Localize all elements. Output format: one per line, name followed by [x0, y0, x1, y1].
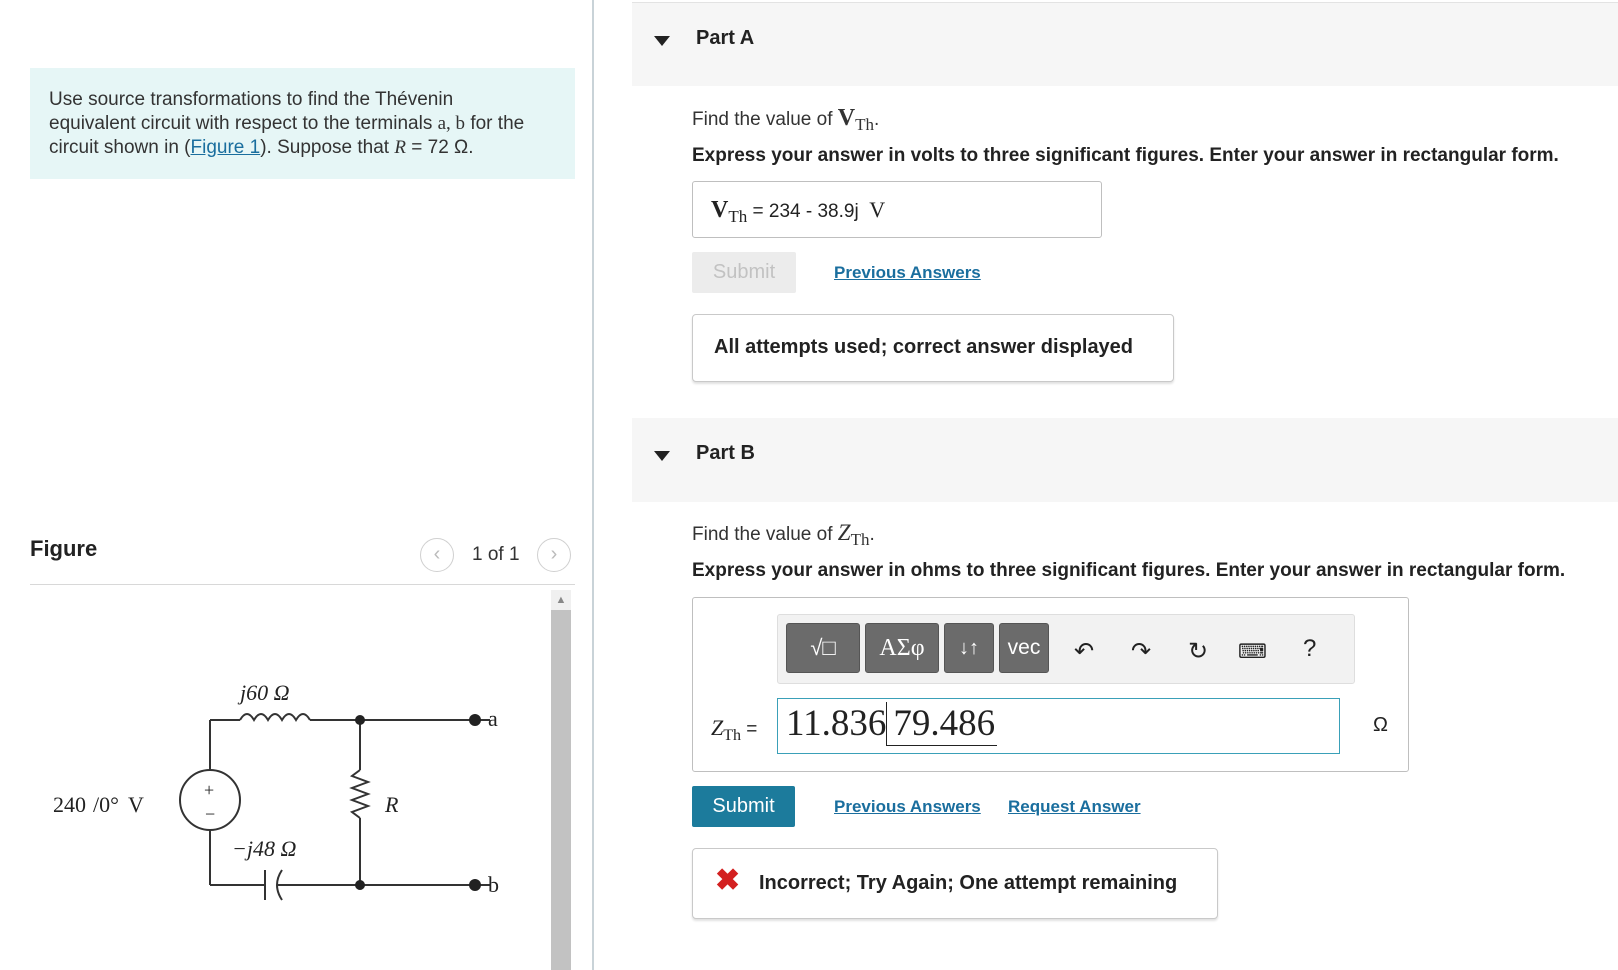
templates-button[interactable]: √□	[786, 623, 860, 673]
part-a-previous-answers-link[interactable]: Previous Answers	[834, 263, 981, 283]
right-panel: Part A Find the value of VTh. Express yo…	[632, 0, 1618, 970]
terminal-b-label: b	[488, 872, 499, 897]
capacitor-label: −j48 Ω	[232, 836, 296, 861]
circuit-diagram: j60 Ω 240 /0° V −j48 Ω R a b + −	[53, 680, 499, 901]
greek-symbols-button[interactable]: ΑΣφ	[865, 623, 939, 673]
problem-text: circuit shown in (	[49, 137, 191, 158]
question-text: Find the value of	[692, 524, 838, 545]
node-top	[355, 715, 365, 725]
zth-input-symbol: Z	[711, 715, 724, 740]
chevron-right-icon[interactable]: ›	[537, 538, 571, 572]
part-b-question: Find the value of ZTh.	[692, 520, 875, 550]
part-a-header[interactable]: Part A	[632, 2, 1618, 86]
part-b-feedback: ✖ Incorrect; Try Again; One attempt rema…	[692, 848, 1218, 919]
minus-sign: −	[205, 804, 215, 824]
zth-input-label: ZTh =	[711, 715, 757, 745]
figure-counter: 1 of 1	[472, 544, 520, 565]
redo-icon[interactable]: ↷	[1131, 637, 1151, 666]
source-magnitude: 240	[53, 792, 86, 817]
vth-answer-box: VTh = 234 - 38.9j V	[692, 181, 1102, 238]
scrollbar-thumb[interactable]	[551, 610, 571, 970]
zth-input-subscript: Th	[723, 726, 742, 744]
question-text: .	[874, 109, 880, 130]
problem-text: equivalent circuit with respect to the t…	[49, 113, 438, 134]
problem-text: ). Suppose that	[260, 137, 395, 158]
terminals-label: a, b	[437, 113, 466, 134]
caret-down-icon[interactable]	[654, 451, 670, 461]
chevron-left-icon[interactable]: ‹	[420, 538, 454, 572]
zth-answer-area: √□ ΑΣφ ↓↑ vec ↶ ↷ ↻ ⌨ ? ZTh = 11.836 79.4…	[692, 597, 1409, 772]
help-button[interactable]: ?	[1303, 635, 1316, 663]
part-b-header[interactable]: Part B	[632, 418, 1618, 502]
zth-unit: Ω	[1373, 714, 1388, 736]
left-panel: Use source transformations to find the T…	[0, 0, 592, 970]
equals-sign: =	[747, 201, 769, 222]
vth-answer-symbol: V	[711, 197, 729, 223]
problem-line-1: Use source transformations to find the T…	[49, 89, 454, 110]
part-a-feedback: All attempts used; correct answer displa…	[692, 314, 1174, 382]
scroll-up-arrow-icon[interactable]: ▲	[551, 590, 571, 610]
vth-answer-subscript: Th	[728, 206, 748, 226]
keyboard-icon[interactable]: ⌨	[1238, 639, 1267, 664]
column-divider	[592, 0, 594, 970]
part-a-question: Find the value of VTh.	[692, 105, 879, 135]
terminal-b-dot	[469, 879, 481, 891]
figure-link[interactable]: Figure 1	[191, 137, 261, 158]
terminal-a-label: a	[488, 706, 498, 731]
plus-sign: +	[204, 780, 214, 800]
vth-answer-value: 234 - 38.9j	[768, 201, 859, 222]
caret-down-icon[interactable]	[654, 36, 670, 46]
part-a-title: Part A	[696, 27, 755, 49]
part-b-title: Part B	[696, 442, 755, 464]
question-text: .	[869, 524, 875, 545]
question-text: Find the value of	[692, 109, 838, 130]
terminal-a-dot	[469, 714, 481, 726]
error-x-icon: ✖	[715, 864, 741, 897]
part-b-previous-answers-link[interactable]: Previous Answers	[834, 797, 981, 817]
source-angle: /0°	[93, 792, 119, 817]
equals-sign: =	[741, 719, 758, 740]
arrows-button[interactable]: ↓↑	[944, 623, 994, 673]
zth-input-field[interactable]: 11.836 79.486	[777, 698, 1340, 754]
figure-title: Figure	[30, 536, 98, 561]
vector-button[interactable]: vec	[999, 623, 1049, 673]
undo-icon[interactable]: ↶	[1074, 637, 1094, 666]
part-a-feedback-text: All attempts used; correct answer displa…	[714, 336, 1134, 358]
zth-magnitude: 11.836	[786, 703, 887, 744]
resistor-label: R	[384, 792, 399, 817]
part-a-instructions: Express your answer in volts to three si…	[692, 145, 1559, 166]
reset-icon[interactable]: ↻	[1188, 637, 1208, 666]
part-b-feedback-text: Incorrect; Try Again; One attempt remain…	[759, 872, 1178, 894]
vth-answer-unit: V	[869, 197, 886, 222]
zth-subscript: Th	[850, 529, 870, 549]
math-toolbar: √□ ΑΣφ ↓↑ vec ↶ ↷ ↻ ⌨ ?	[777, 614, 1355, 684]
problem-line-3: circuit shown in (Figure 1). Suppose tha…	[49, 136, 557, 160]
part-b-instructions: Express your answer in ohms to three sig…	[692, 560, 1566, 581]
source-unit: V	[128, 792, 144, 817]
figure-divider	[30, 584, 575, 585]
zth-angle: 79.486	[886, 702, 998, 746]
inductor-label: j60 Ω	[237, 680, 290, 705]
node-bottom	[355, 880, 365, 890]
problem-line-2: equivalent circuit with respect to the t…	[49, 112, 557, 136]
vth-symbol: V	[837, 105, 856, 131]
vth-subscript: Th	[855, 114, 874, 134]
problem-statement: Use source transformations to find the T…	[30, 68, 575, 179]
r-value: = 72 Ω.	[405, 137, 474, 158]
request-answer-link[interactable]: Request Answer	[1008, 797, 1141, 817]
r-symbol: R	[394, 137, 406, 158]
zth-symbol: Z	[837, 520, 851, 545]
part-a-submit-button[interactable]: Submit	[692, 252, 796, 293]
problem-text: for the	[465, 113, 525, 134]
part-b-submit-button[interactable]: Submit	[692, 786, 795, 827]
